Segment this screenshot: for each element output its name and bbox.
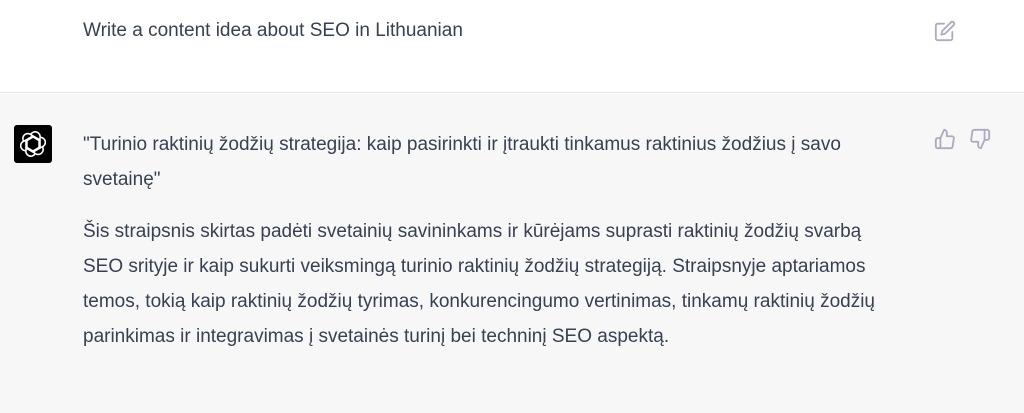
user-message-text: Write a content idea about SEO in Lithua…: [83, 20, 463, 41]
response-body-paragraph: Šis straipsnis skirtas padėti svetainių …: [83, 221, 875, 347]
assistant-message-row: "Turinio raktinių žodžių strategija: kai…: [0, 94, 1024, 413]
edit-icon[interactable]: [934, 20, 956, 42]
thumbs-down-icon[interactable]: [969, 128, 991, 150]
response-title-paragraph: "Turinio raktinių žodžių strategija: kai…: [83, 134, 841, 190]
openai-logo-icon: [14, 125, 52, 163]
user-avatar: [6, 2, 66, 54]
assistant-response: "Turinio raktinių žodžių strategija: kai…: [83, 127, 903, 371]
user-message-row: Write a content idea about SEO in Lithua…: [0, 0, 1024, 93]
thumbs-up-icon[interactable]: [934, 128, 956, 150]
